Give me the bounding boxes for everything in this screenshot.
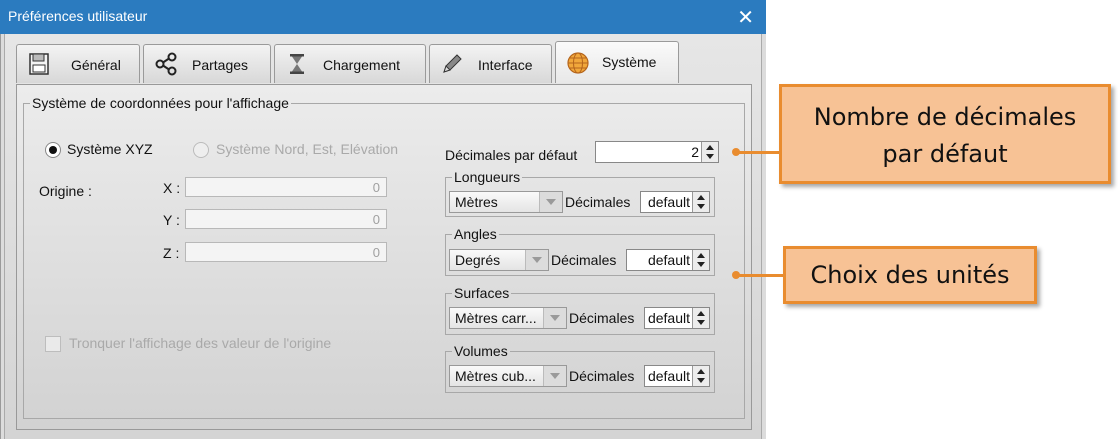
volumes-decimals-value: default <box>647 368 690 384</box>
lengths-decimals-label: Décimales <box>565 194 631 210</box>
hourglass-icon <box>290 54 304 74</box>
decimals-callout-line2: par défaut <box>882 140 1008 168</box>
surfaces-unit-select[interactable]: Mètres carr... <box>449 307 567 329</box>
default-decimals-spinner[interactable]: 2 <box>595 141 719 163</box>
origin-x-input[interactable]: 0 <box>185 177 387 197</box>
surfaces-unit-value: Mètres carr... <box>455 310 537 326</box>
units-callout-text: Choix des unités <box>810 261 1010 289</box>
volumes-decimals-spinner[interactable]: default <box>644 365 710 387</box>
truncate-label: Tronquer l'affichage des valeur de l'ori… <box>69 335 332 351</box>
decimals-callout: Nombre de décimales par défaut <box>779 84 1111 184</box>
decimals-callout-connector <box>732 148 780 156</box>
radio-neh[interactable] <box>193 142 209 158</box>
tab-chargement[interactable]: Chargement <box>274 44 426 83</box>
systeme-panel: Système de coordonnées pour l'affichage … <box>16 84 752 430</box>
angles-decimals-spinner[interactable]: default <box>626 249 710 271</box>
spinner-arrows[interactable] <box>692 250 709 270</box>
default-decimals-label: Décimales par défaut <box>445 147 578 163</box>
angles-unit-select[interactable]: Degrés <box>449 249 549 271</box>
spinner-arrows[interactable] <box>692 192 709 212</box>
tab-general[interactable]: Général <box>16 44 140 83</box>
tab-interface[interactable]: Interface <box>429 44 552 83</box>
globe-icon <box>567 52 589 74</box>
chevron-down-icon[interactable] <box>539 192 562 212</box>
spinner-arrows[interactable] <box>692 366 709 386</box>
volumes-unit-select[interactable]: Mètres cub... <box>449 365 567 387</box>
volumes-title: Volumes <box>454 343 508 359</box>
tab-partages[interactable]: Partages <box>143 44 271 83</box>
origin-y-input[interactable]: 0 <box>185 209 387 229</box>
z-label: Z : <box>163 245 180 261</box>
default-decimals-value: 2 <box>691 144 699 160</box>
lengths-unit-select[interactable]: Mètres <box>449 191 563 213</box>
surfaces-decimals-spinner[interactable]: default <box>644 307 710 329</box>
surfaces-decimals-value: default <box>647 310 690 326</box>
angles-unit-value: Degrés <box>455 252 501 268</box>
title-bar: Préférences utilisateur ✕ <box>0 0 766 34</box>
tab-interface-label: Interface <box>478 57 533 73</box>
chevron-down-icon[interactable] <box>525 250 548 270</box>
truncate-checkbox[interactable] <box>45 336 61 352</box>
window-title: Préférences utilisateur <box>8 8 148 24</box>
units-callout-connector <box>732 271 784 279</box>
radio-xyz-label: Système XYZ <box>67 141 153 157</box>
volumes-decimals-label: Décimales <box>569 368 635 384</box>
lengths-decimals-spinner[interactable]: default <box>640 191 710 213</box>
angles-decimals-value: default <box>647 252 690 268</box>
pencil-icon <box>443 54 462 73</box>
surfaces-decimals-label: Décimales <box>569 310 635 326</box>
decimals-callout-line1: Nombre de décimales <box>813 103 1077 131</box>
chevron-down-icon[interactable] <box>543 308 566 328</box>
radio-neh-label: Système Nord, Est, Elévation <box>216 141 399 157</box>
angles-title: Angles <box>454 226 497 242</box>
lengths-decimals-value: default <box>647 194 690 210</box>
radio-xyz[interactable] <box>45 142 61 158</box>
spinner-arrows[interactable] <box>701 142 718 162</box>
save-icon <box>29 53 49 75</box>
lengths-unit-value: Mètres <box>455 194 498 210</box>
tab-chargement-label: Chargement <box>323 57 401 73</box>
x-label: X : <box>163 180 181 196</box>
volumes-unit-value: Mètres cub... <box>455 368 536 384</box>
lengths-title: Longueurs <box>454 169 521 185</box>
tab-systeme[interactable]: Système <box>555 41 679 83</box>
chevron-down-icon[interactable] <box>543 366 566 386</box>
tab-systeme-label: Système <box>602 54 657 70</box>
share-icon <box>155 52 177 76</box>
origin-label: Origine : <box>39 183 92 199</box>
close-icon[interactable]: ✕ <box>737 5 754 30</box>
surfaces-title: Surfaces <box>454 285 510 301</box>
spinner-arrows[interactable] <box>692 308 709 328</box>
tab-partages-label: Partages <box>192 57 249 73</box>
origin-z-input[interactable]: 0 <box>185 242 387 262</box>
y-label: Y : <box>163 212 180 228</box>
coordinate-system-title: Système de coordonnées pour l'affichage <box>32 95 289 111</box>
angles-decimals-label: Décimales <box>551 252 617 268</box>
units-callout: Choix des unités <box>783 246 1037 304</box>
preferences-dialog: Préférences utilisateur ✕ Général Partag… <box>0 0 766 439</box>
tab-general-label: Général <box>71 57 121 73</box>
